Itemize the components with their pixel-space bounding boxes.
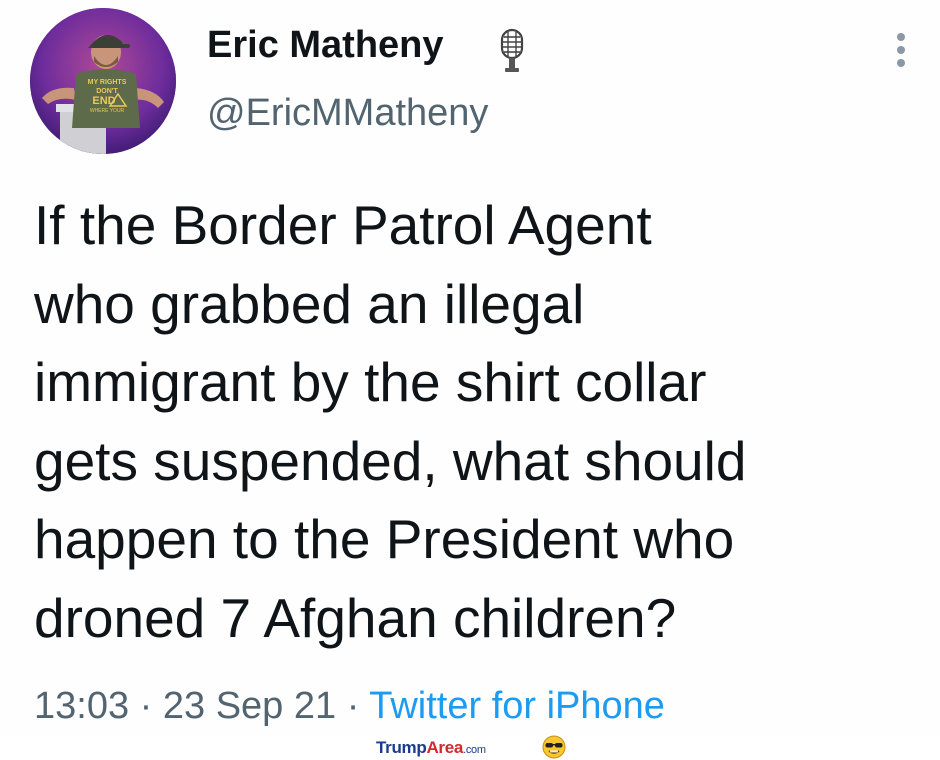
tweet-line: who grabbed an illegal	[34, 272, 585, 335]
watermark-brand-part3: .com	[463, 744, 486, 756]
more-dot	[897, 59, 905, 67]
author-name[interactable]: Eric Matheny	[207, 24, 444, 67]
tweet-time[interactable]: 13:03	[34, 685, 129, 727]
watermark-logo: TrumpArea.com	[376, 738, 486, 758]
watermark-brand-part1: Trump	[376, 738, 427, 757]
avatar-shirt-line-2: DON'T	[96, 88, 118, 95]
tweet-line: gets suspended, what should	[34, 429, 747, 492]
tweet-line: If the Border Patrol Agent	[34, 194, 652, 256]
avatar-photo: MY RIGHTS DON'T END WHERE YOUR	[30, 8, 176, 154]
tweet-body: If the Border Patrol Agent who grabbed a…	[34, 186, 914, 657]
avatar-shirt-line-4: WHERE YOUR	[90, 108, 125, 114]
watermark-brand-part2: Area	[426, 738, 464, 757]
sunglasses-face-icon	[542, 735, 566, 759]
avatar[interactable]: MY RIGHTS DON'T END WHERE YOUR	[30, 8, 176, 154]
meta-separator: ·	[336, 685, 370, 727]
more-vertical-icon[interactable]	[893, 33, 909, 73]
more-dot	[897, 33, 905, 41]
watermark-bar: TrumpArea.com	[0, 735, 940, 760]
tweet-line: immigrant by the shirt collar	[34, 351, 707, 413]
tweet-card: MY RIGHTS DON'T END WHERE YOUR Eric Math…	[0, 0, 940, 735]
tweet-date[interactable]: 23 Sep 21	[163, 685, 336, 727]
tweet-source-link[interactable]: Twitter for iPhone	[369, 685, 665, 727]
more-dot	[897, 46, 905, 54]
author-handle[interactable]: @EricMMatheny	[207, 92, 488, 135]
meta-separator: ·	[129, 685, 163, 727]
tweet-line: droned 7 Afghan children?	[34, 586, 677, 649]
tweet-line: happen to the President who	[34, 508, 735, 570]
tweet-metadata: 13:03 · 23 Sep 21 · Twitter for iPhone	[34, 685, 665, 728]
avatar-shirt-line-1: MY RIGHTS	[88, 79, 127, 86]
avatar-shirt-line-3: END	[92, 95, 115, 107]
microphone-icon	[500, 28, 524, 72]
